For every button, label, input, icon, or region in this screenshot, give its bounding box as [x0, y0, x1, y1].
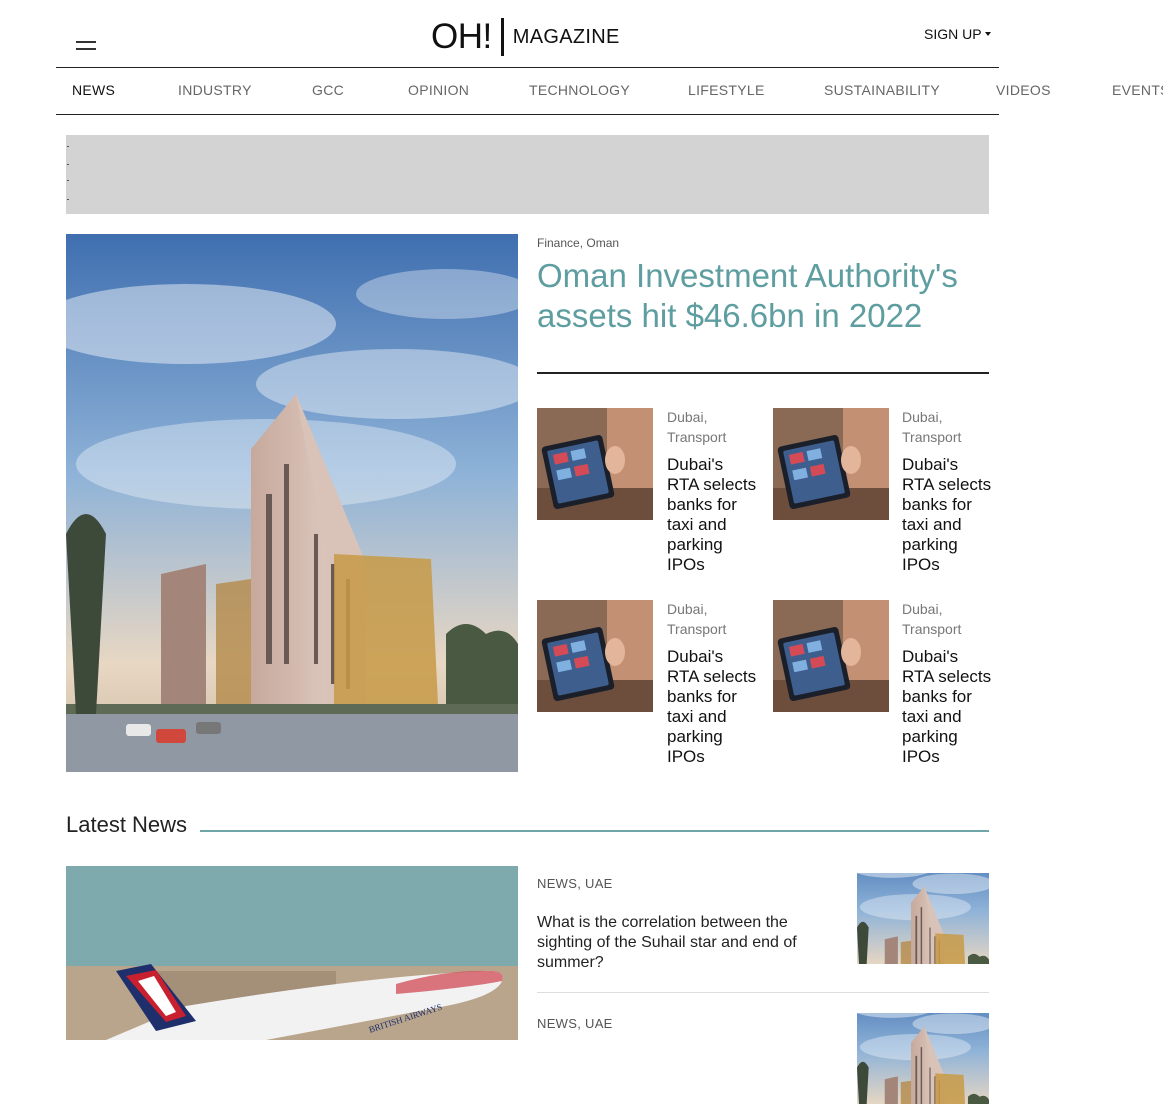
caret-down-icon [984, 32, 991, 37]
nav-item-industry[interactable]: INDUSTRY [178, 82, 252, 98]
tablet-photo [537, 600, 653, 712]
card-title[interactable]: Dubai's RTA selects banks for taxi and p… [902, 647, 992, 767]
card-category[interactable]: Dubai, Transport [902, 599, 992, 639]
featured-image[interactable] [66, 234, 518, 772]
airplane-photo: BRITISH AIRWAYS [66, 866, 518, 1040]
latest-news-rule [200, 830, 989, 832]
latest-lead-image[interactable]: BRITISH AIRWAYS [66, 866, 518, 1040]
signup-label: SIGN UP [924, 26, 982, 42]
latest-item-thumbnail[interactable] [857, 1013, 989, 1104]
featured-divider [537, 372, 989, 374]
latest-news-heading: Latest News [66, 812, 188, 837]
card-image[interactable] [537, 600, 653, 712]
tablet-photo [537, 408, 653, 520]
tablet-photo [773, 600, 889, 712]
nav-item-gcc[interactable]: GCC [312, 82, 344, 98]
card-category[interactable]: Dubai, Transport [667, 407, 757, 447]
nav-item-videos[interactable]: VIDEOS [996, 82, 1051, 98]
card-image[interactable] [537, 408, 653, 520]
tablet-photo [773, 408, 889, 520]
building-photo [857, 873, 989, 964]
card-title[interactable]: Dubai's RTA selects banks for taxi and p… [902, 455, 992, 575]
signup-dropdown[interactable]: SIGN UP [924, 26, 991, 42]
site-logo[interactable]: OH! MAGAZINE [431, 16, 620, 58]
card-category[interactable]: Dubai, Transport [902, 407, 992, 447]
hamburger-menu-icon[interactable] [76, 38, 98, 52]
logo-divider [500, 18, 504, 56]
building-photo [66, 234, 518, 772]
logo-sub: MAGAZINE [512, 25, 620, 48]
nav-item-news[interactable]: NEWS [72, 82, 115, 98]
logo-main: OH! [431, 17, 492, 56]
building-photo [857, 1013, 989, 1104]
card-category[interactable]: Dubai, Transport [667, 599, 757, 639]
card-image[interactable] [773, 408, 889, 520]
latest-item-category[interactable]: NEWS, UAE [537, 876, 613, 891]
latest-item-category[interactable]: NEWS, UAE [537, 1016, 613, 1031]
latest-item-thumbnail[interactable] [857, 873, 989, 964]
featured-category[interactable]: Finance, Oman [537, 236, 619, 250]
latest-item-title[interactable]: What is the correlation between the sigh… [537, 913, 817, 973]
nav-rule [56, 114, 999, 115]
nav-item-events[interactable]: EVENTS [1112, 82, 1163, 98]
nav-item-opinion[interactable]: OPINION [408, 82, 469, 98]
nav-item-technology[interactable]: TECHNOLOGY [529, 82, 630, 98]
featured-title[interactable]: Oman Investment Authority's assets hit $… [537, 256, 987, 336]
card-title[interactable]: Dubai's RTA selects banks for taxi and p… [667, 455, 757, 575]
card-title[interactable]: Dubai's RTA selects banks for taxi and p… [667, 647, 757, 767]
nav-item-sustainability[interactable]: SUSTAINABILITY [824, 82, 940, 98]
card-image[interactable] [773, 600, 889, 712]
header-rule [56, 67, 999, 68]
latest-item-divider [537, 992, 989, 993]
nav-item-lifestyle[interactable]: LIFESTYLE [688, 82, 765, 98]
ad-banner[interactable] [66, 135, 989, 214]
